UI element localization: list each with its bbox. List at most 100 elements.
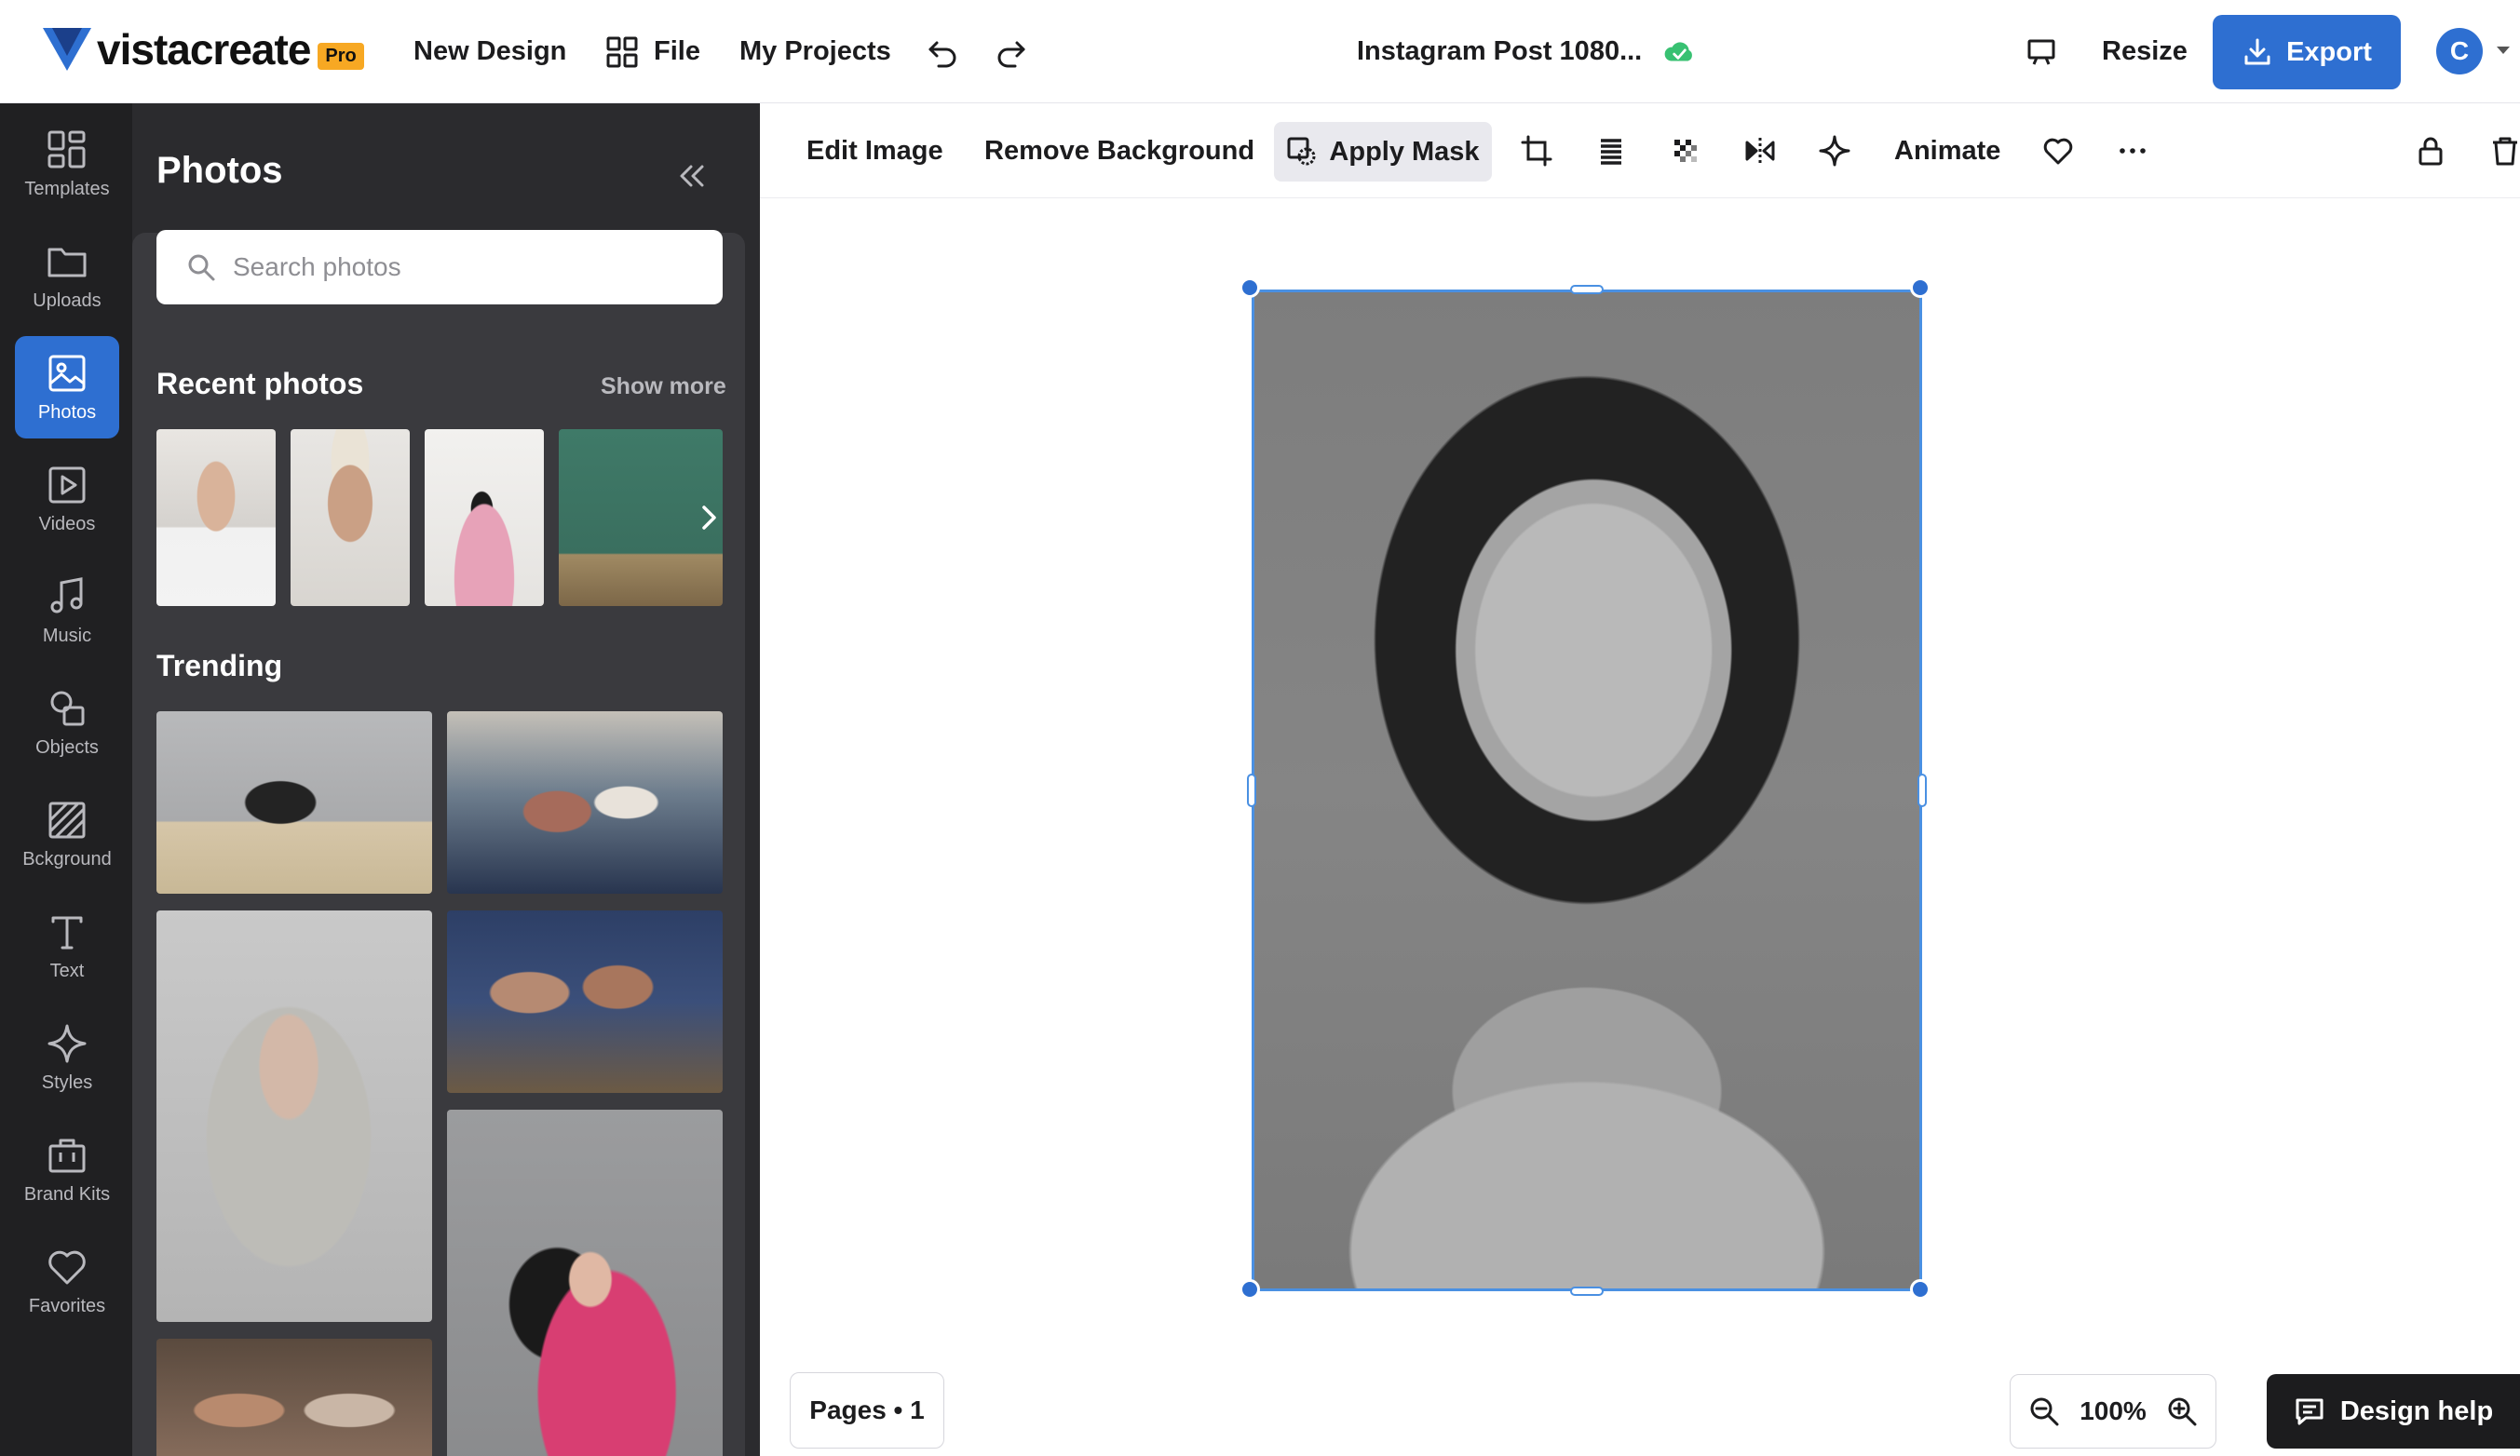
recent-photo-thumbnail[interactable] <box>425 429 544 606</box>
my-projects-button[interactable]: My Projects <box>739 0 891 103</box>
video-icon <box>48 466 86 503</box>
resize-handle-top[interactable] <box>1570 285 1604 294</box>
trending-photo-thumbnail[interactable] <box>447 711 723 894</box>
heart-icon <box>48 1250 86 1284</box>
trending-photo-thumbnail[interactable] <box>156 711 432 894</box>
resize-handle-right[interactable] <box>1917 774 1927 807</box>
remove-background-button[interactable]: Remove Background <box>984 103 1254 198</box>
design-canvas[interactable] <box>760 198 2520 1456</box>
mask-icon <box>1287 137 1316 166</box>
rail-label: Styles <box>41 1072 93 1093</box>
design-help-label: Design help <box>2339 1395 2494 1426</box>
resize-handle-top-right[interactable] <box>1910 277 1931 298</box>
apply-mask-button[interactable]: Apply Mask <box>1274 122 1492 182</box>
pages-button[interactable]: Pages • 1 <box>790 1372 944 1449</box>
favorite-button[interactable] <box>2041 103 2075 198</box>
rail-label: Brand Kits <box>23 1183 111 1205</box>
resize-button[interactable]: Resize <box>2102 0 2188 103</box>
transparency-button[interactable] <box>1669 103 1702 198</box>
recent-photos-heading: Recent photos <box>156 367 364 400</box>
folder-icon <box>47 248 87 276</box>
rail-item-background[interactable]: Bckground <box>15 783 119 885</box>
present-button[interactable] <box>2025 0 2058 103</box>
collapse-panel-icon[interactable] <box>675 159 709 193</box>
resize-handle-top-left[interactable] <box>1240 277 1260 298</box>
image-icon <box>48 355 86 391</box>
chevron-right-icon[interactable] <box>693 502 725 533</box>
rail-label: Objects <box>35 736 99 758</box>
resize-handle-bottom-right[interactable] <box>1910 1279 1931 1300</box>
rail-item-videos[interactable]: Videos <box>15 448 119 550</box>
new-design-button[interactable]: New Design <box>413 0 566 103</box>
rail-item-photos[interactable]: Photos <box>15 336 119 438</box>
zoom-out-icon[interactable] <box>2027 1395 2061 1428</box>
animate-button[interactable]: Animate <box>1894 103 2000 198</box>
logo-mark-icon <box>43 28 91 71</box>
logo-text: vistacreate <box>97 25 311 74</box>
export-label: Export <box>2286 36 2372 67</box>
shapes-icon <box>50 691 85 725</box>
rail-item-favorites[interactable]: Favorites <box>15 1230 119 1332</box>
zoom-control: 100% <box>2010 1374 2216 1449</box>
trending-photo-thumbnail[interactable] <box>156 910 432 1322</box>
undo-button[interactable] <box>926 0 959 103</box>
trending-heading: Trending <box>156 649 283 682</box>
layer-order-button[interactable] <box>1594 103 1628 198</box>
effects-button[interactable] <box>1818 103 1851 198</box>
file-menu-button[interactable]: File <box>605 0 700 103</box>
trending-photo-thumbnail[interactable] <box>447 910 723 1093</box>
lock-button[interactable] <box>2414 103 2447 198</box>
search-box[interactable] <box>156 230 723 304</box>
more-options-button[interactable] <box>2116 103 2149 198</box>
left-icon-rail: Templates Uploads Photos Videos Music Ob… <box>0 103 132 1456</box>
recent-photo-thumbnail[interactable] <box>291 429 410 606</box>
edit-image-button[interactable]: Edit Image <box>806 103 943 198</box>
rail-label: Text <box>49 960 85 981</box>
undo-icon <box>928 41 956 67</box>
flip-button[interactable] <box>1743 103 1777 198</box>
document-title[interactable]: Instagram Post 1080... <box>1357 0 1696 103</box>
rail-label: Uploads <box>33 290 102 311</box>
music-icon <box>50 576 83 613</box>
crop-button[interactable] <box>1520 103 1553 198</box>
trash-icon <box>2493 137 2517 166</box>
panel-scrollbar[interactable] <box>745 129 760 1456</box>
rail-item-objects[interactable]: Objects <box>15 671 119 774</box>
rail-label: Templates <box>24 178 110 199</box>
design-help-button[interactable]: Design help <box>2267 1374 2520 1449</box>
rail-item-uploads[interactable]: Uploads <box>15 224 119 327</box>
rail-item-styles[interactable]: Styles <box>15 1006 119 1109</box>
export-button[interactable]: Export <box>2213 15 2401 89</box>
crop-icon <box>1521 135 1552 167</box>
rail-label: Videos <box>38 513 96 534</box>
rail-item-text[interactable]: Text <box>15 895 119 997</box>
text-icon <box>51 916 83 949</box>
resize-handle-bottom[interactable] <box>1570 1287 1604 1296</box>
briefcase-icon <box>48 1139 86 1172</box>
rail-item-music[interactable]: Music <box>15 559 119 662</box>
heart-icon <box>2043 138 2073 165</box>
rail-item-brand-kits[interactable]: Brand Kits <box>15 1118 119 1220</box>
panel-title: Photos <box>156 150 283 191</box>
top-header: vistacreate Pro New Design File My Proje… <box>0 0 2520 103</box>
show-more-link[interactable]: Show more <box>601 373 726 400</box>
sparkle-icon <box>1819 135 1850 167</box>
avatar[interactable]: C <box>2436 28 2483 74</box>
download-icon <box>2244 38 2270 65</box>
search-input[interactable] <box>233 252 698 282</box>
delete-button[interactable] <box>2488 103 2520 198</box>
chevron-down-icon[interactable] <box>2496 45 2511 56</box>
rail-item-templates[interactable]: Templates <box>15 113 119 215</box>
document-title-text: Instagram Post 1080... <box>1357 36 1643 66</box>
zoom-in-icon[interactable] <box>2165 1395 2199 1428</box>
vistacreate-logo[interactable]: vistacreate Pro <box>43 24 364 74</box>
recent-photo-thumbnail[interactable] <box>156 429 276 606</box>
resize-handle-bottom-left[interactable] <box>1240 1279 1260 1300</box>
more-icon <box>2120 148 2146 154</box>
trending-photo-thumbnail[interactable] <box>447 1110 723 1456</box>
redo-button[interactable] <box>995 0 1028 103</box>
rail-label: Bckground <box>22 848 112 870</box>
resize-handle-left[interactable] <box>1247 774 1256 807</box>
trending-photo-thumbnail[interactable] <box>156 1339 432 1456</box>
flip-icon <box>1745 138 1775 164</box>
